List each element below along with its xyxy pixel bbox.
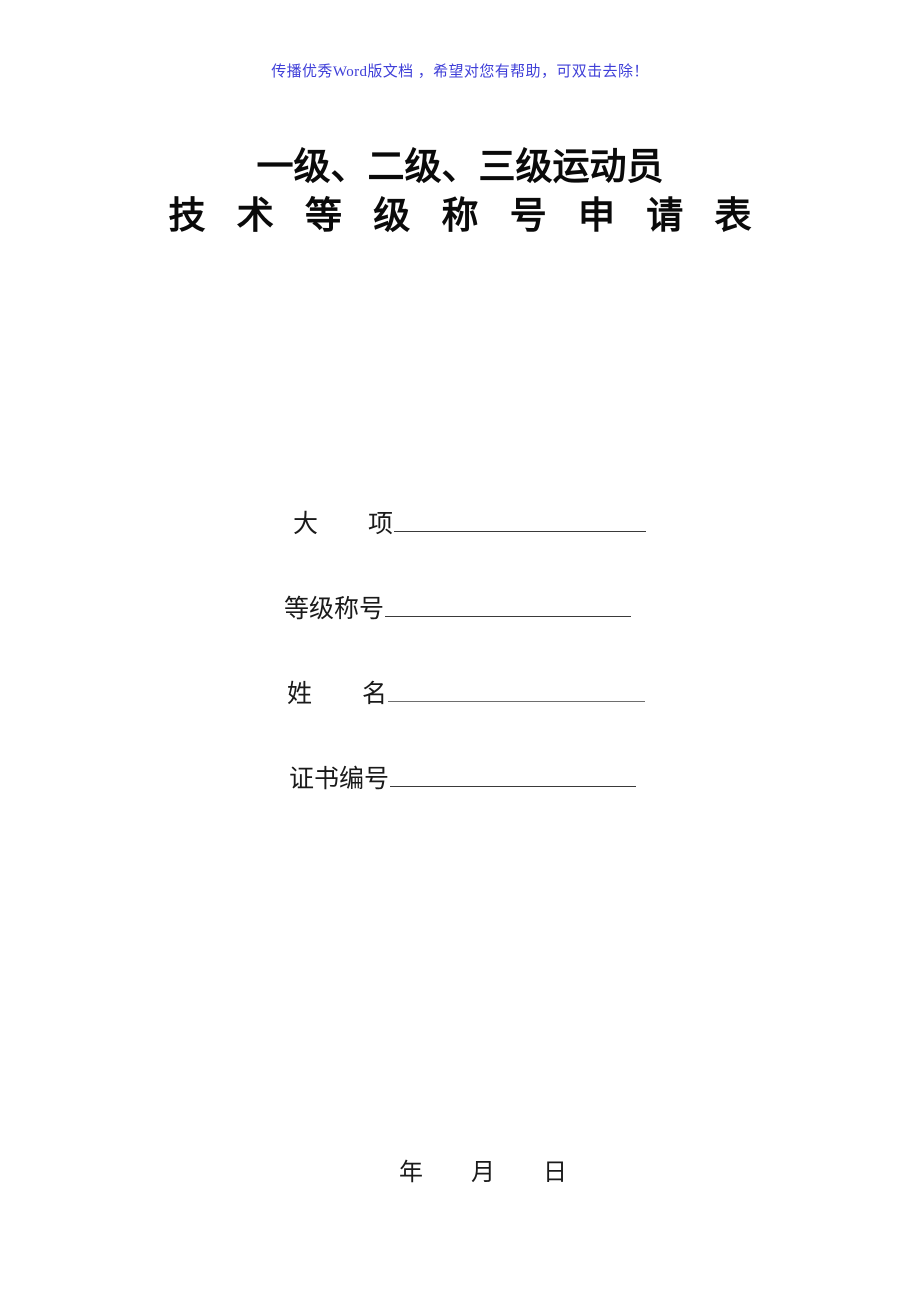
field-input-name[interactable] [388, 675, 646, 702]
field-row-certificate-number: 证书编号 [0, 760, 920, 845]
page-title-line-2: 技 术 等 级 称 号 申 请 表 [168, 196, 763, 237]
field-row-grade-title: 等级称号 [0, 590, 920, 675]
page-title: 一级、二级、三级运动员 技 术 等 级 称 号 申 请 表 [0, 143, 920, 243]
watermark-notice: 传播优秀Word版文档 ，希望对您有帮助，可双击去除！ [271, 64, 649, 80]
field-input-certificate-number[interactable] [390, 760, 637, 787]
field-label-certificate-number: 证书编号 [289, 766, 390, 793]
field-row-name: 姓 名 [0, 675, 920, 760]
date-line: 年 月 日 [0, 1122, 920, 1224]
field-row-major-event: 大 项 [0, 505, 920, 590]
field-label-major-event: 大 项 [293, 511, 394, 538]
field-input-major-event[interactable] [394, 505, 647, 532]
field-input-grade-title[interactable] [385, 590, 632, 617]
page-title-line-1: 一级、二级、三级运动员 [256, 145, 664, 188]
field-label-grade-title: 等级称号 [284, 596, 385, 623]
form-fields: 大 项 等级称号 姓 名 证书编号 [0, 505, 920, 845]
document-page: 传播优秀Word版文档 ，希望对您有帮助，可双击去除！ 一级、二级、三级运动员 … [0, 0, 920, 1302]
field-label-name: 姓 名 [287, 681, 388, 708]
date-line-text: 年 月 日 [399, 1160, 567, 1186]
